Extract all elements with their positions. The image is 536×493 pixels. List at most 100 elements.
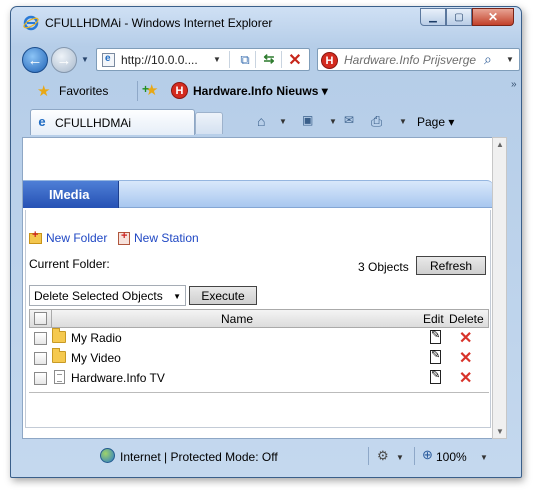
zoom-dropdown[interactable]: ▼ (480, 453, 488, 462)
column-header-edit: Edit (423, 312, 444, 326)
new-tab-button[interactable] (195, 112, 223, 134)
table-row[interactable]: My Radio ✕ (29, 328, 489, 348)
title-bar: CFULLHDMAi - Windows Internet Explorer ▁… (11, 7, 521, 35)
page-viewport: IMedia New Folder New Station Current Fo… (22, 137, 493, 439)
current-folder-label: Current Folder: (29, 257, 110, 271)
delete-icon[interactable]: ✕ (459, 368, 472, 388)
execute-button[interactable]: Execute (189, 286, 257, 305)
home-dropdown[interactable]: ▼ (279, 117, 287, 126)
zoom-icon[interactable]: ⊕ (422, 447, 433, 463)
address-text[interactable]: http://10.0.0.... (121, 53, 198, 67)
table-row[interactable]: My Video ✕ (29, 348, 489, 368)
close-window-button[interactable]: ✕ (472, 8, 514, 26)
folder-icon (52, 328, 66, 343)
vertical-scrollbar[interactable]: ▲ ▼ (492, 137, 507, 439)
favorites-star-icon[interactable]: ★ (37, 82, 50, 100)
status-divider (368, 447, 369, 465)
search-provider-logo[interactable]: H (321, 52, 338, 69)
table-header: Name Edit Delete (29, 309, 489, 328)
delete-icon[interactable]: ✕ (459, 328, 472, 348)
tab-label: CFULLHDMAi (55, 116, 132, 130)
zoom-level[interactable]: 100% (436, 450, 467, 464)
search-input[interactable]: Hardware.Info Prijsvergelijk (344, 53, 476, 67)
column-header-name[interactable]: Name (52, 312, 422, 326)
address-divider (255, 51, 256, 68)
maximize-icon: ▢ (454, 11, 464, 23)
new-folder-link[interactable]: New Folder (29, 229, 108, 245)
page-icon (102, 53, 115, 67)
compatibility-view-icon[interactable]: ⧉ (237, 52, 253, 68)
close-icon: ✕ (487, 10, 499, 24)
status-divider (414, 447, 415, 465)
row-name[interactable]: Hardware.Info TV (71, 371, 165, 385)
column-header-delete: Delete (449, 312, 484, 326)
refresh-button[interactable]: Refresh (416, 256, 486, 275)
forward-arrow-icon: → (56, 51, 72, 69)
new-station-label: New Station (134, 231, 199, 245)
add-favorite-icon[interactable]: ★ (142, 81, 159, 99)
select-all-cell (30, 310, 52, 327)
select-all-checkbox[interactable] (34, 312, 47, 325)
minimize-icon: ▁ (429, 11, 437, 23)
table-row[interactable]: Hardware.Info TV ✕ (29, 368, 489, 388)
address-bar[interactable]: http://10.0.0.... ▼ ⧉ ⇆ ✕ (96, 48, 310, 71)
navigation-bar: ← → ▼ http://10.0.0.... ▼ ⧉ ⇆ ✕ H Hardwa… (11, 41, 521, 75)
new-station-link[interactable]: New Station (118, 230, 199, 245)
scroll-up-icon[interactable]: ▲ (496, 140, 504, 149)
objects-table: Name Edit Delete My Radio ✕ My Video ✕ (29, 309, 489, 393)
status-bar: Internet | Protected Mode: Off ⚙ ▼ ⊕ 100… (12, 443, 506, 469)
minimize-button[interactable]: ▁ (420, 8, 446, 26)
feeds-icon[interactable]: ▣ (302, 113, 313, 127)
row-checkbox[interactable] (34, 372, 47, 385)
favorites-bar: ★ Favorites ★ H Hardware.Info Nieuws ▾ » (23, 79, 517, 103)
search-icon[interactable]: ⌕ (484, 51, 492, 68)
internet-zone-icon (100, 448, 115, 463)
print-dropdown[interactable]: ▼ (399, 117, 407, 126)
internet-explorer-icon (23, 15, 39, 31)
print-icon[interactable]: ⎙ (371, 113, 382, 130)
tab-imedia[interactable]: IMedia (23, 181, 119, 208)
address-divider (229, 51, 230, 68)
favorites-button[interactable]: Favorites (59, 84, 108, 98)
edit-icon[interactable] (430, 328, 441, 344)
hardware-info-feed-link[interactable]: Hardware.Info Nieuws ▾ (193, 84, 328, 98)
new-folder-icon (29, 229, 42, 244)
app-header: IMedia (23, 180, 492, 208)
back-button[interactable]: ← (22, 47, 48, 73)
recent-pages-dropdown[interactable]: ▼ (81, 55, 89, 64)
action-select[interactable]: Delete Selected Objects ▼ (29, 285, 186, 306)
row-checkbox[interactable] (34, 332, 47, 345)
hardware-info-logo: H (171, 82, 188, 99)
row-name[interactable]: My Video (71, 351, 121, 365)
tab-cfullhdmai[interactable]: e CFULLHDMAi (30, 109, 195, 135)
read-mail-icon[interactable]: ✉ (344, 113, 354, 127)
row-checkbox[interactable] (34, 352, 47, 365)
new-folder-label: New Folder (46, 231, 108, 245)
edit-icon[interactable] (430, 368, 441, 384)
tab-imedia-label: IMedia (49, 187, 90, 202)
search-options-dropdown[interactable]: ▼ (506, 55, 514, 64)
security-dropdown[interactable]: ▼ (396, 453, 404, 462)
row-name[interactable]: My Radio (71, 331, 122, 345)
security-zone-text[interactable]: Internet | Protected Mode: Off (120, 450, 278, 464)
object-count: 3 Objects (358, 260, 409, 274)
delete-icon[interactable]: ✕ (459, 348, 472, 368)
address-divider (281, 51, 282, 68)
home-icon[interactable]: ⌂ (257, 113, 265, 129)
refresh-icon[interactable]: ⇆ (261, 51, 277, 68)
tab-row: e CFULLHDMAi ⌂ ▼ ▣ ▼ ✉ ⎙ ▼ Page ▾ (23, 107, 513, 135)
window-title: CFULLHDMAi - Windows Internet Explorer (45, 16, 273, 30)
maximize-button[interactable]: ▢ (446, 8, 472, 26)
forward-button[interactable]: → (51, 47, 77, 73)
feeds-dropdown[interactable]: ▼ (329, 117, 337, 126)
stop-icon[interactable]: ✕ (287, 50, 303, 69)
page-menu[interactable]: Page ▾ (417, 115, 454, 129)
address-dropdown[interactable]: ▼ (213, 55, 221, 64)
scroll-down-icon[interactable]: ▼ (496, 427, 504, 436)
chevron-down-icon: ▼ (173, 292, 181, 301)
more-favorites-chevron-icon[interactable]: » (511, 79, 517, 90)
search-box[interactable]: H Hardware.Info Prijsvergelijk ⌕ ▼ (317, 48, 520, 71)
security-shield-icon[interactable]: ⚙ (377, 448, 389, 464)
edit-icon[interactable] (430, 348, 441, 364)
tab-page-icon: e (38, 114, 46, 129)
